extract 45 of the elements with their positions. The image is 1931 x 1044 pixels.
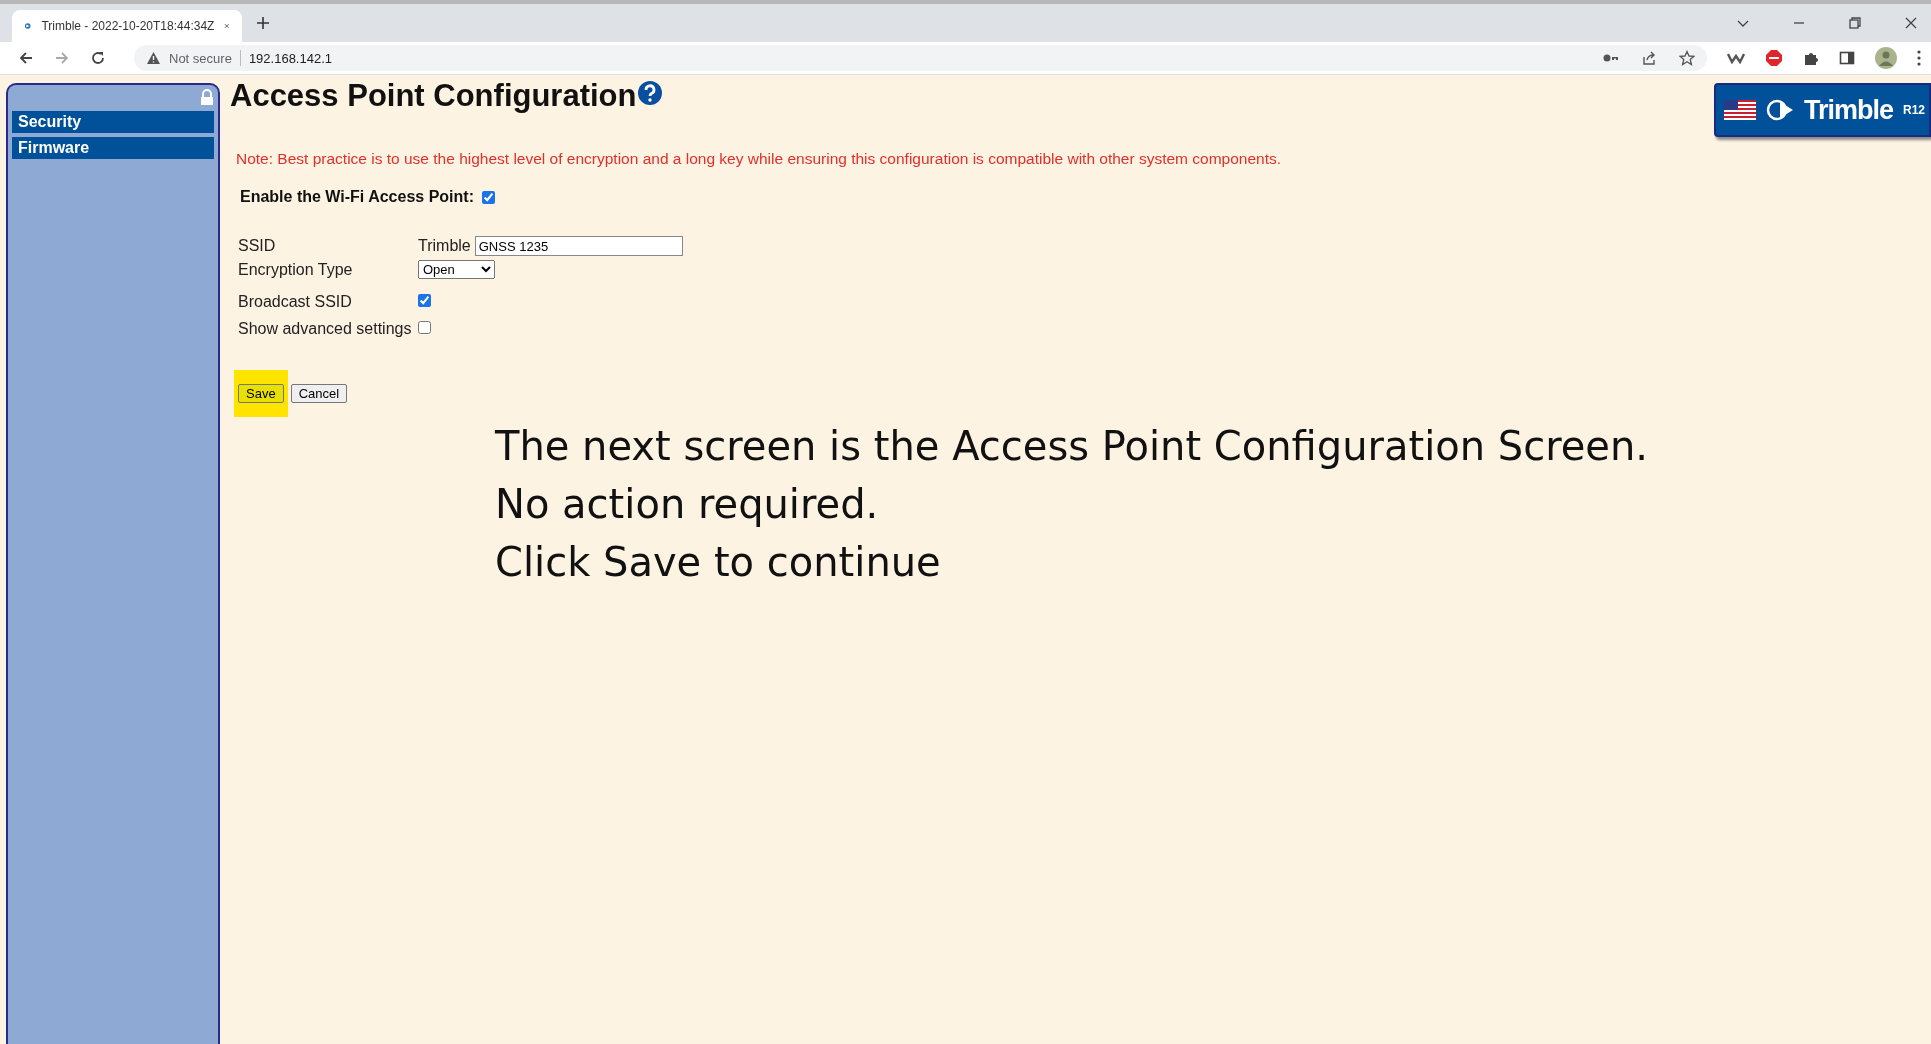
note-text: Note: Best practice is to use the highest level of encryption and a long key while ensuring this configuration is compatible with other system components. [236, 150, 1283, 168]
encryption-dropdown[interactable]: Open [418, 260, 495, 279]
key-icon[interactable] [1603, 53, 1619, 63]
option-checkbox[interactable] [418, 321, 431, 334]
menu-icon[interactable] [1917, 50, 1921, 66]
brand-name: Trimble [1803, 94, 1893, 126]
page-title: Access Point Configuration [230, 78, 637, 114]
logo-icon [1765, 97, 1794, 123]
puzzle-icon[interactable] [1803, 50, 1819, 66]
caption-text: The next screen is the Access Point Configuration Screen. [495, 422, 1650, 471]
restore-icon[interactable] [1849, 17, 1861, 29]
caption-text: Click Save to continue [495, 538, 942, 587]
new-tab-icon[interactable] [256, 16, 270, 30]
form-button[interactable]: Save [238, 384, 284, 403]
stop-sign-icon[interactable] [1765, 49, 1783, 67]
ssid-prefix: Trimble [418, 237, 471, 255]
browser-tab[interactable]: Trimble - 2022-10-20T18:44:34Z [12, 10, 242, 42]
field-label: SSID [238, 237, 277, 255]
security-label: Not secure [169, 50, 232, 66]
warning-icon [146, 51, 161, 65]
caption-text: No action required. [495, 480, 880, 529]
enable-checkbox[interactable] [481, 190, 495, 204]
help-icon[interactable] [638, 81, 663, 105]
url-text: 192.168.142.1 [248, 50, 332, 66]
model-label: R12 [1903, 103, 1925, 117]
field-label: Encryption Type [238, 260, 354, 279]
enable-label: Enable the Wi-Fi Access Point: [240, 188, 474, 206]
option-label: Broadcast SSID [238, 293, 353, 311]
reload-icon[interactable] [90, 50, 106, 66]
option-checkbox[interactable] [418, 294, 431, 307]
side-panel-icon[interactable] [1839, 50, 1855, 66]
close-icon[interactable] [1905, 17, 1917, 29]
tab-title: Trimble - 2022-10-20T18:44:34Z [41, 19, 215, 33]
ssid-field[interactable]: GNSS 1235 [474, 236, 683, 256]
avatar-icon[interactable] [1875, 47, 1897, 69]
share-icon[interactable] [1641, 50, 1657, 66]
star-icon[interactable] [1679, 50, 1695, 66]
option-label: Show advanced settings [238, 320, 413, 338]
flag-icon [1723, 100, 1756, 120]
back-icon[interactable] [18, 50, 34, 66]
sidebar-item[interactable]: Security [12, 111, 214, 133]
extension-icon[interactable] [1727, 52, 1745, 64]
form-button[interactable]: Cancel [290, 384, 348, 403]
address-field[interactable]: Not secure 192.168.142.1 [134, 45, 1707, 71]
sidebar-item[interactable]: Firmware [12, 137, 214, 159]
